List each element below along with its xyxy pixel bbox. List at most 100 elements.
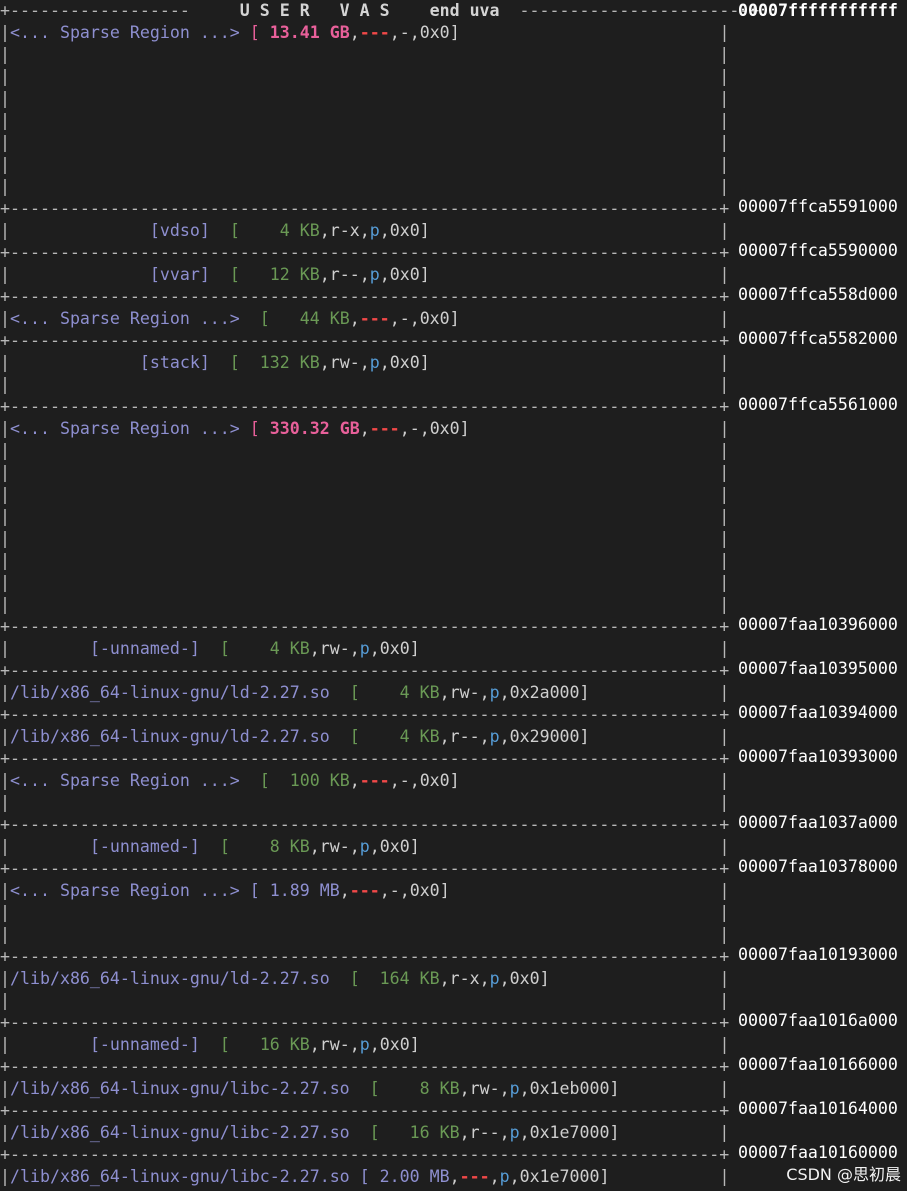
region-offset: 0x29000 [509, 727, 580, 746]
region-name: [-unnamed-] [89, 639, 200, 658]
row-left-border: | [0, 639, 10, 658]
region-size: 132 KB [259, 353, 320, 372]
region-mapping: p [359, 1035, 370, 1054]
region-name: <... Sparse Region ...> [10, 419, 240, 438]
region-perms: --- [359, 771, 390, 790]
terminal-output: +------------------ U S E R V A S end uv… [0, 0, 907, 1191]
region-end-address: 00007ffca5582000 [738, 329, 898, 348]
vas-header: +------------------ U S E R V A S end uv… [0, 1, 760, 20]
region-perms: rw- [449, 683, 480, 702]
row-right-border: | [719, 23, 730, 42]
region-filler-line: | | [0, 111, 730, 130]
comma: , [419, 419, 430, 438]
region-row: |<... Sparse Region ...> [ 44 KB,---,-,0… [0, 308, 729, 330]
comma: , [499, 969, 510, 988]
region-mapping: p [489, 683, 500, 702]
comma: , [349, 639, 360, 658]
open-bracket: [ [349, 969, 360, 988]
row-left-border: | [0, 309, 10, 328]
row-right-border: | [719, 1035, 730, 1054]
region-separator: +---------------------------------------… [0, 705, 730, 724]
open-bracket: [ [349, 727, 360, 746]
row-right-border: | [719, 727, 730, 746]
region-end-address: 00007faa10393000 [738, 747, 898, 766]
region-filler-line: | | [0, 155, 730, 174]
comma: , [379, 353, 390, 372]
comma: , [399, 881, 410, 900]
region-filler-line: | | [0, 925, 730, 944]
row-left-border: | [0, 1123, 10, 1142]
region-size: 8 KB [419, 1079, 460, 1098]
region-separator: +---------------------------------------… [0, 859, 730, 878]
top-address: 00007fffffffffff [738, 1, 898, 20]
region-separator: +---------------------------------------… [0, 617, 730, 636]
comma: , [449, 1167, 460, 1186]
region-perms: --- [349, 881, 380, 900]
region-separator: +---------------------------------------… [0, 287, 730, 306]
region-size: 1.89 MB [269, 881, 340, 900]
row-right-border: | [719, 221, 730, 240]
comma: , [409, 23, 420, 42]
row-right-border: | [719, 837, 730, 856]
comma: , [319, 221, 330, 240]
region-end-address: 00007faa10396000 [738, 615, 898, 634]
row-left-border: | [0, 683, 10, 702]
close-bracket: ] [609, 1123, 620, 1142]
region-mapping: p [369, 221, 380, 240]
close-bracket: ] [449, 771, 460, 790]
open-bracket: [ [219, 837, 230, 856]
region-offset: 0x0 [379, 1035, 410, 1054]
region-filler-line: | | [0, 595, 730, 614]
row-right-border: | [719, 881, 730, 900]
row-right-border: | [719, 1167, 730, 1186]
region-size: 4 KB [269, 639, 310, 658]
region-name: [vdso] [149, 221, 210, 240]
vas-header-end-label: end uva [429, 1, 500, 20]
region-row: |<... Sparse Region ...> [ 100 KB,---,-,… [0, 770, 729, 792]
comma: , [319, 265, 330, 284]
row-right-border: | [719, 419, 730, 438]
region-separator: +---------------------------------------… [0, 749, 730, 768]
close-bracket: ] [459, 419, 470, 438]
region-perms: rw- [469, 1079, 500, 1098]
region-end-address: 00007faa1016a000 [738, 1011, 898, 1030]
region-offset: 0x0 [389, 353, 420, 372]
region-filler-line: | | [0, 45, 730, 64]
region-offset: 0x1e7000 [529, 1123, 610, 1142]
region-row: | [-unnamed-] [ 4 KB,rw-,p,0x0] | [0, 638, 729, 660]
region-mapping: p [509, 1079, 520, 1098]
comma: , [389, 771, 400, 790]
region-end-address: 00007ffca5590000 [738, 241, 898, 260]
open-bracket: [ [219, 639, 230, 658]
open-bracket: [ [369, 1079, 380, 1098]
comma: , [479, 683, 490, 702]
region-mapping: - [389, 881, 400, 900]
region-offset: 0x0 [429, 419, 460, 438]
region-separator: +---------------------------------------… [0, 243, 730, 262]
region-mapping: p [509, 1123, 520, 1142]
close-bracket: ] [609, 1079, 620, 1098]
row-right-border: | [719, 309, 730, 328]
close-bracket: ] [579, 727, 590, 746]
region-row: |<... Sparse Region ...> [ 1.89 MB,---,-… [0, 880, 729, 902]
region-size: 330.32 GB [269, 419, 360, 438]
region-offset: 0x2a000 [509, 683, 580, 702]
region-size: 13.41 GB [269, 23, 350, 42]
comma: , [369, 639, 380, 658]
region-mapping: p [359, 837, 370, 856]
comma: , [499, 1123, 510, 1142]
region-separator: +---------------------------------------… [0, 397, 730, 416]
region-separator: +---------------------------------------… [0, 199, 730, 218]
region-size: 4 KB [279, 221, 320, 240]
region-row: |/lib/x86_64-linux-gnu/libc-2.27.so [ 2.… [0, 1166, 729, 1188]
open-bracket: [ [249, 23, 260, 42]
close-bracket: ] [579, 683, 590, 702]
region-filler-line: | | [0, 991, 730, 1010]
comma: , [479, 727, 490, 746]
region-perms: rw- [319, 1035, 350, 1054]
region-row: |/lib/x86_64-linux-gnu/ld-2.27.so [ 4 KB… [0, 726, 729, 748]
comma: , [349, 309, 360, 328]
comma: , [519, 1123, 530, 1142]
row-right-border: | [719, 1123, 730, 1142]
region-row: |/lib/x86_64-linux-gnu/libc-2.27.so [ 16… [0, 1122, 729, 1144]
